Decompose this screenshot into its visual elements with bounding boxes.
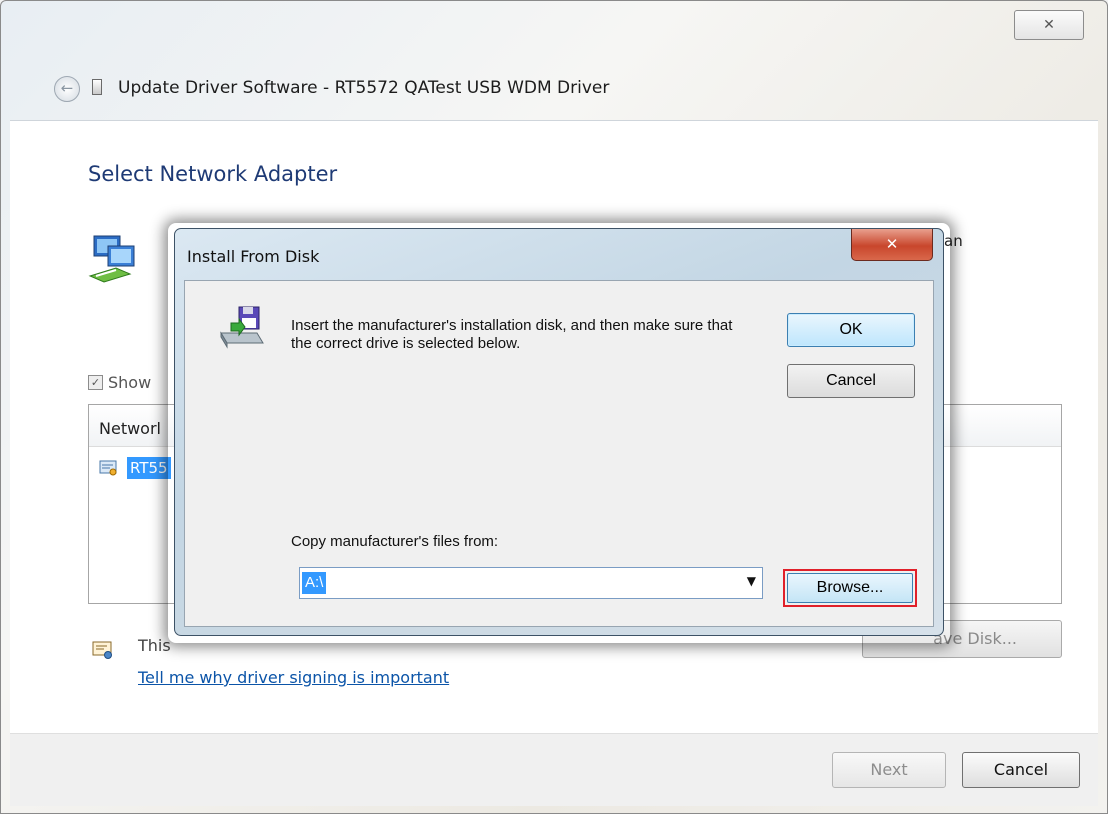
install-from-disk-dialog: Install From Disk ✕ Insert the manufactu… — [174, 228, 944, 636]
next-button[interactable]: Next — [832, 752, 946, 788]
window-title: Update Driver Software - RT5572 QATest U… — [118, 78, 610, 98]
dialog-message: Insert the manufacturer's installation d… — [291, 317, 733, 352]
page-title: Select Network Adapter — [88, 162, 338, 186]
driver-icon — [92, 79, 102, 95]
show-compatible-label: Show — [108, 373, 152, 392]
chevron-down-icon[interactable]: ▼ — [747, 574, 756, 588]
list-header-label: Networl — [99, 419, 161, 438]
cancel-button[interactable]: Cancel — [962, 752, 1080, 788]
ok-button[interactable]: OK — [787, 313, 915, 347]
driver-signing-link[interactable]: Tell me why driver signing is important — [138, 668, 449, 687]
certificate-icon — [99, 460, 117, 476]
signature-status-text: This — [138, 636, 171, 655]
browse-button[interactable]: Browse... — [783, 569, 917, 607]
certificate-icon — [92, 641, 112, 659]
floppy-disk-icon — [220, 306, 264, 349]
network-adapter-icon — [88, 235, 135, 283]
dialog-cancel-button[interactable]: Cancel — [787, 364, 915, 398]
dialog-title: Install From Disk — [187, 247, 320, 266]
dialog-close-button[interactable]: ✕ — [851, 229, 933, 261]
copy-from-label: Copy manufacturer's files from: — [291, 533, 499, 550]
dialog-body: Insert the manufacturer's installation d… — [184, 280, 934, 627]
window-close-button[interactable]: ✕ — [1014, 10, 1084, 40]
list-item-label: RT55 — [127, 457, 171, 479]
source-path-value[interactable]: A:\ — [302, 572, 327, 594]
show-compatible-checkbox[interactable]: ✓ — [88, 375, 103, 390]
source-path-combobox[interactable]: A:\ ▼ — [299, 567, 763, 599]
browse-button-label: Browse... — [787, 573, 913, 603]
back-button[interactable]: ← — [54, 76, 80, 102]
